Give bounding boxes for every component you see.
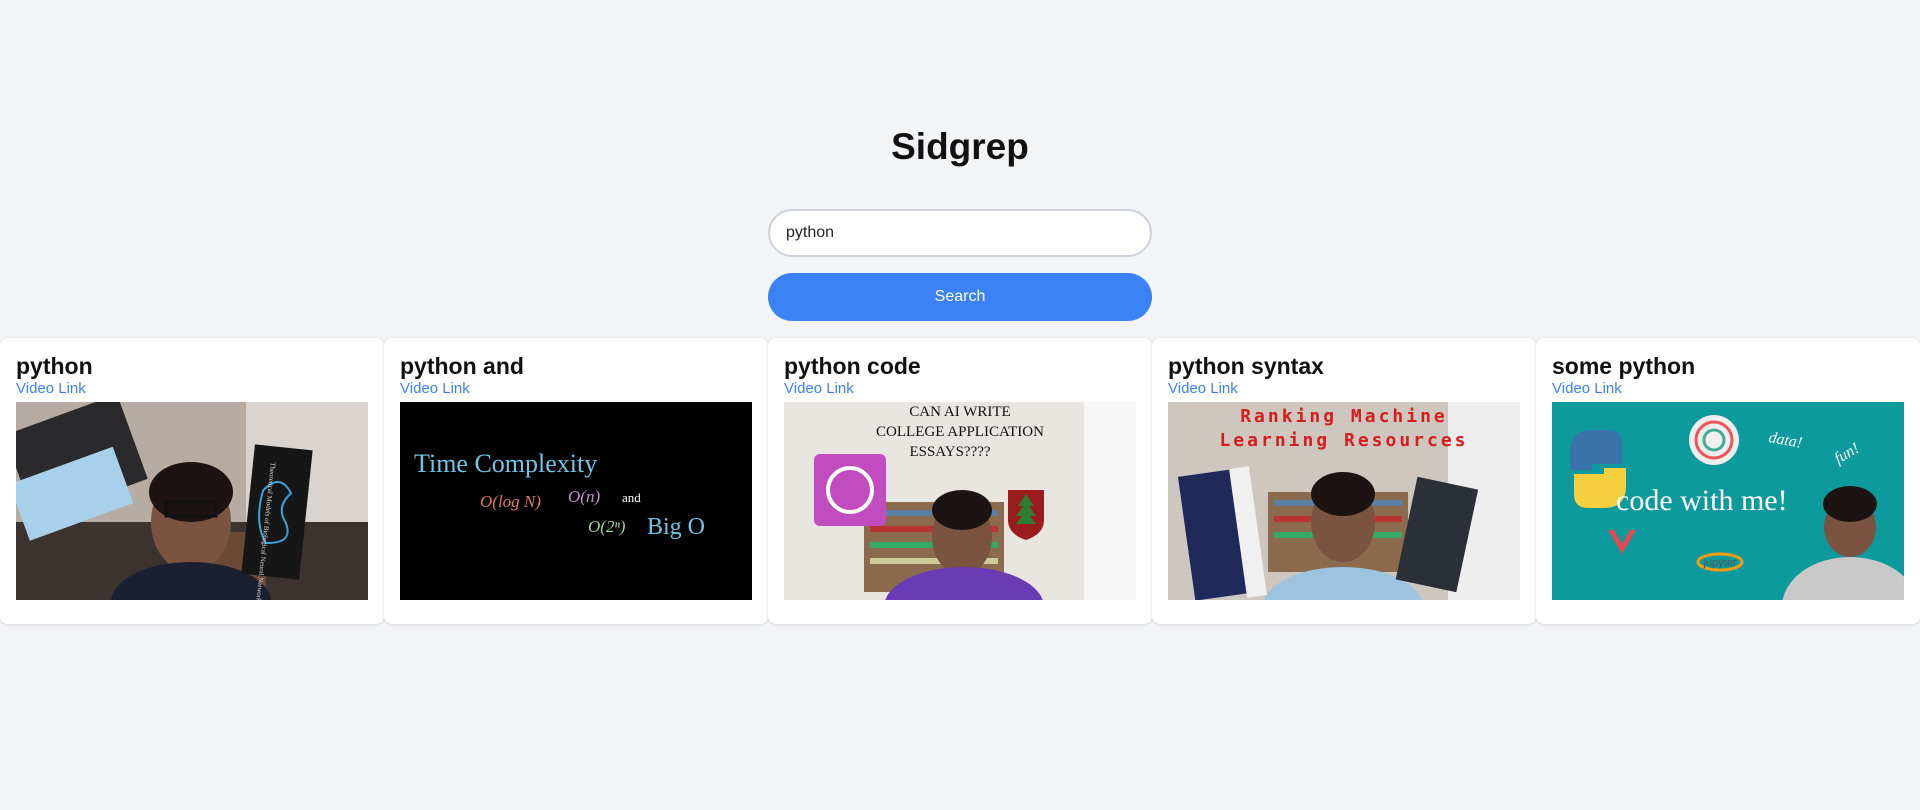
thumb-and: and [622,490,641,505]
app-root: Sidgrep Search python Video Link [0,0,1920,810]
result-title: python syntax [1168,353,1324,379]
video-link[interactable]: Video Link [400,380,752,398]
thumb-line-2: Learning Resources [1219,430,1468,451]
thumb-jupyter: jupyter [1702,557,1736,569]
thumbnail-image: Theoretical Models of Biological Neural … [16,402,368,600]
video-thumbnail[interactable]: Ranking Machine Learning Resources [1168,402,1520,600]
results-list: python Video Link Theoretical Models of … [0,338,1920,624]
search-input[interactable] [768,209,1152,257]
thumb-headline: code with me! [1616,484,1788,517]
video-link[interactable]: Video Link [1552,380,1904,398]
thumbnail-image: Ranking Machine Learning Resources [1168,402,1520,600]
video-link[interactable]: Video Link [16,380,368,398]
video-thumbnail[interactable]: data! fun! code with me! jupyter [1552,402,1904,600]
video-link[interactable]: Video Link [784,380,1136,398]
result-card: some python Video Link data! fun! code w… [1536,338,1920,624]
result-card: python and Video Link Time Complexity O(… [384,338,768,624]
result-card: python syntax Video Link Ranking Machine… [1152,338,1536,624]
video-link[interactable]: Video Link [1168,380,1520,398]
thumb-expr-2n: O(2ⁿ) [588,517,626,536]
search-button[interactable]: Search [768,273,1152,321]
thumbnail-image: Time Complexity O(log N) O(n) and O(2ⁿ) … [400,402,752,600]
thumbnail-image: data! fun! code with me! jupyter [1552,402,1904,600]
result-title: python and [400,353,524,379]
result-title: python [16,353,93,379]
video-thumbnail[interactable]: Theoretical Models of Biological Neural … [16,402,368,600]
thumb-big-o: Big O [647,514,705,540]
result-title: python code [784,353,921,379]
thumb-line-3: ESSAYS???? [909,444,990,460]
thumb-expr-n: O(n) [568,487,600,506]
thumbnail-image: CAN AI WRITE COLLEGE APPLICATION ESSAYS?… [784,402,1136,600]
result-title: some python [1552,353,1696,379]
video-thumbnail[interactable]: CAN AI WRITE COLLEGE APPLICATION ESSAYS?… [784,402,1136,600]
thumb-line-2: COLLEGE APPLICATION [876,424,1044,440]
video-thumbnail[interactable]: Time Complexity O(log N) O(n) and O(2ⁿ) … [400,402,752,600]
python-logo-blue [1570,430,1622,470]
thumb-expr-logn: O(log N) [480,492,541,511]
thumb-line-1: Ranking Machine [1240,406,1448,427]
thumb-line-1: CAN AI WRITE [909,404,1010,420]
result-card: python Video Link Theoretical Models of … [0,338,384,624]
page-title: Sidgrep [891,126,1029,167]
thumb-heading: Time Complexity [414,449,597,478]
result-card: python code Video Link CAN AI WRITE COLL… [768,338,1152,624]
